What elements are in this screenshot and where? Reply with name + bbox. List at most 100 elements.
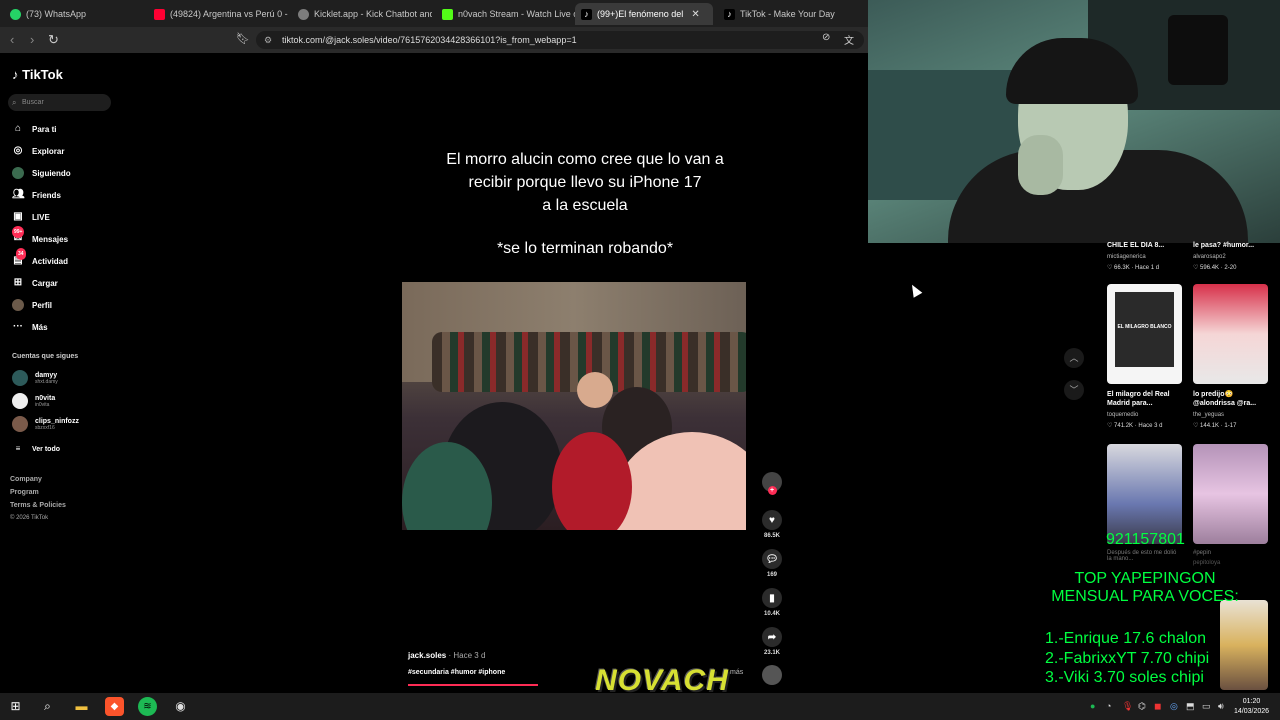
- tray-icon[interactable]: ⬒: [1186, 701, 1195, 712]
- sidebar-item-siguiendo[interactable]: Siguiendo: [12, 167, 71, 179]
- mic-tray-icon[interactable]: 🎙︎: [1122, 701, 1133, 712]
- sidebar-item-label: Para ti: [32, 124, 57, 134]
- sidebar-item-explorar[interactable]: ◎ Explorar: [12, 145, 65, 157]
- following-item[interactable]: clips_ninfozz sbzxxf16: [12, 416, 79, 432]
- chevron-down-icon[interactable]: ﹀: [1064, 380, 1084, 400]
- author-name[interactable]: jack.soles: [408, 651, 446, 660]
- sidebar-item-actividad[interactable]: ▤ 34 Actividad: [12, 248, 68, 267]
- footer-link-terms[interactable]: Terms & Policies: [10, 502, 66, 509]
- sidebar-item-friends[interactable]: 👥︎ Friends: [12, 189, 61, 201]
- following-handle: in0vita: [35, 401, 50, 408]
- overlay-title-line: TOP YAPEPINGON: [1074, 570, 1216, 587]
- sidebar-item-label: Friends: [32, 190, 61, 200]
- avatar: [12, 393, 28, 409]
- overlay-title-line: MENSUAL PARA VOCES:: [1051, 588, 1239, 605]
- video-progress-bar[interactable]: [408, 684, 538, 686]
- tab-youtube[interactable]: (49824) Argentina vs Perú 0 - 0: [148, 3, 288, 25]
- clock-date: 14/03/2026: [1234, 708, 1270, 715]
- whatsapp-icon: [10, 8, 21, 20]
- sidebar-item-mensajes[interactable]: ✉ 99+ Mensajes: [12, 226, 68, 245]
- comment-button[interactable]: 💬︎ 169: [760, 549, 784, 578]
- more-icon: ···: [13, 321, 23, 332]
- suggestion-title[interactable]: lo predijo😳 @alondrissa @ra...: [1193, 390, 1268, 408]
- tab-tiktok[interactable]: ♪ TikTok - Make Your Day: [718, 3, 858, 25]
- overlay-rank-item: 2.-FabrixxYT 7.70 chipi: [1045, 650, 1210, 667]
- tray-icon[interactable]: ⌬: [1138, 701, 1146, 712]
- suggestion-user[interactable]: alvarosapo2: [1193, 254, 1226, 260]
- taskbar-clock[interactable]: 01:20 14/03/2026: [1234, 697, 1269, 717]
- follow-plus-icon[interactable]: +: [767, 486, 777, 495]
- suggestion-thumbnail[interactable]: [1107, 444, 1182, 544]
- suggestion-user[interactable]: mictiagenerica: [1107, 254, 1146, 260]
- see-all-link[interactable]: ≡ Ver todo: [12, 443, 60, 455]
- forward-icon[interactable]: ›: [30, 32, 34, 47]
- tab-label: TikTok - Make Your Day: [740, 9, 835, 19]
- sidebar-item-cargar[interactable]: ⊞ Cargar: [12, 277, 58, 289]
- author-avatar-button[interactable]: +: [760, 472, 784, 495]
- following-handle: shxt.damy: [35, 378, 58, 385]
- video-author[interactable]: jack.soles · Hace 3 d: [408, 651, 485, 660]
- suggestion-title[interactable]: Después de esto me dolió la mano...: [1107, 550, 1182, 562]
- see-all-label: Ver todo: [32, 445, 61, 453]
- kick-icon: [442, 8, 453, 20]
- sidebar-item-label: Perfil: [32, 300, 53, 310]
- chevron-up-icon[interactable]: ︿: [1064, 348, 1084, 368]
- save-button[interactable]: ▮ 10.4K: [760, 588, 784, 617]
- reload-icon[interactable]: ↻: [48, 32, 59, 48]
- tab-whatsapp[interactable]: (73) WhatsApp: [4, 3, 144, 25]
- no-tracking-icon[interactable]: ⊘: [822, 32, 830, 43]
- suggestion-thumbnail[interactable]: [1220, 600, 1268, 690]
- file-explorer-icon[interactable]: ▬: [72, 697, 91, 716]
- suggestion-title[interactable]: El milagro del Real Madrid para...: [1107, 390, 1182, 408]
- footer-link-company[interactable]: Company: [10, 476, 42, 483]
- footer-link-program[interactable]: Program: [10, 489, 39, 496]
- following-item[interactable]: damyy shxt.damy: [12, 370, 58, 386]
- share-button[interactable]: ➦ 23.1K: [760, 627, 784, 656]
- suggestion-title[interactable]: #pepin: [1193, 550, 1211, 556]
- suggestion-user[interactable]: the_yeguas: [1193, 412, 1224, 418]
- thumbnail-text: EL MILAGRO BLANCO: [1117, 324, 1172, 330]
- spotify-tray-icon[interactable]: ●: [1090, 701, 1095, 711]
- site-info-icon[interactable]: ⚙: [264, 31, 272, 49]
- suggestion-thumbnail[interactable]: EL MILAGRO BLANCO: [1107, 284, 1182, 384]
- sidebar-item-label: LIVE: [32, 212, 50, 222]
- sidebar-item-mas[interactable]: ··· Más: [12, 321, 48, 333]
- tab-kick[interactable]: n0vach Stream - Watch Live on: [436, 3, 576, 25]
- suggestion-title[interactable]: le pasa? #humor...: [1193, 242, 1254, 249]
- tab-tiktok-active[interactable]: ♪ (99+)El fenómeno del ✕: [575, 3, 713, 25]
- sidebar-item-perfil[interactable]: Perfil: [12, 299, 52, 311]
- suggestion-meta: ♡ 66.3K · Hace 1 d: [1107, 265, 1160, 271]
- suggestion-thumbnail[interactable]: [1193, 444, 1268, 544]
- video-hashtags[interactable]: #secundaria #humor #iphone: [408, 669, 505, 676]
- translate-icon[interactable]: 文: [844, 32, 854, 47]
- close-icon[interactable]: ✕: [691, 9, 699, 20]
- suggestion-user[interactable]: toquemedio: [1107, 412, 1138, 418]
- tiktok-icon: ♪: [581, 8, 592, 20]
- spotify-icon[interactable]: ≋: [138, 697, 157, 716]
- bookmark-icon[interactable]: 🔖︎: [236, 32, 250, 45]
- tray-icon[interactable]: ◼: [1154, 701, 1161, 712]
- tiktok-logo[interactable]: ♪ TikTok: [12, 67, 63, 82]
- suggestion-user[interactable]: pepitoloya: [1193, 560, 1220, 566]
- search-input[interactable]: ⌕ Buscar: [8, 94, 111, 111]
- steam-tray-icon[interactable]: ◎: [1170, 701, 1178, 712]
- volume-icon[interactable]: 🔊︎: [1218, 701, 1224, 712]
- sidebar-item-label: Explorar: [32, 146, 65, 156]
- brave-browser-icon[interactable]: ◆: [105, 697, 124, 716]
- network-icon[interactable]: ▭: [1202, 701, 1211, 712]
- sidebar-item-para-ti[interactable]: ⌂ Para ti: [12, 123, 57, 135]
- overlay-rank-item: 1.-Enrique 17.6 chalon: [1045, 630, 1206, 647]
- suggestion-title[interactable]: CHILE EL DIA 8...: [1107, 242, 1164, 249]
- search-icon[interactable]: ⌕: [38, 697, 57, 716]
- following-item[interactable]: n0vita in0vita: [12, 393, 55, 409]
- windows-start-icon[interactable]: ⊞: [6, 697, 25, 716]
- video-player[interactable]: [402, 282, 746, 530]
- sidebar-item-live[interactable]: ▣ LIVE: [12, 211, 50, 223]
- suggestion-thumbnail[interactable]: [1193, 284, 1268, 384]
- obs-icon[interactable]: ◉: [171, 697, 190, 716]
- tray-icon[interactable]: ◔: [1106, 701, 1111, 711]
- back-icon[interactable]: ‹: [10, 32, 14, 47]
- tab-kicklet[interactable]: Kicklet.app - Kick Chatbot and: [292, 3, 432, 25]
- like-button[interactable]: ♥ 86.5K: [760, 510, 784, 539]
- url-field[interactable]: ⚙ tiktok.com/@jack.soles/video/761576203…: [256, 31, 864, 49]
